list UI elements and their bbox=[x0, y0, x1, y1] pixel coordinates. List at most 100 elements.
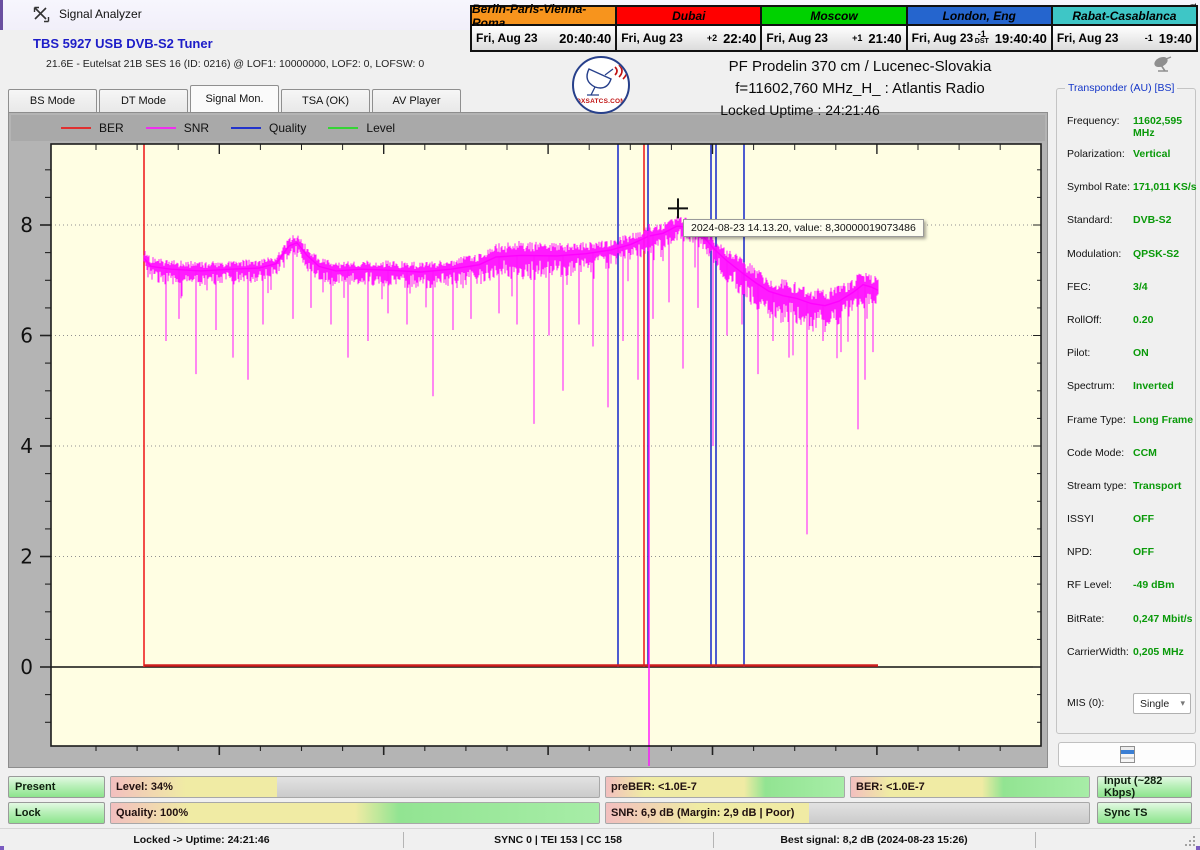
tp-value: Transport bbox=[1133, 480, 1181, 492]
clock-time: 19:40:40 bbox=[995, 31, 1047, 46]
clock-rabat: Rabat-Casablanca Fri, Aug 23 -1 19:40 bbox=[1053, 7, 1196, 50]
tp-label: CarrierWidth: bbox=[1067, 646, 1129, 658]
clock-city: Moscow bbox=[762, 7, 905, 26]
tp-label: Pilot: bbox=[1067, 347, 1090, 359]
clock-time: 19:40 bbox=[1159, 31, 1192, 46]
tp-label: Code Mode: bbox=[1067, 447, 1124, 459]
transponder-panel: Transponder (AU) [BS] Frequency:11602,59… bbox=[1056, 88, 1196, 734]
station-header: PF Prodelin 370 cm / Lucenec-Slovakia f=… bbox=[620, 58, 1100, 118]
clock-time: 21:40 bbox=[868, 31, 901, 46]
tp-label: NPD: bbox=[1067, 546, 1092, 558]
svg-text:4: 4 bbox=[20, 434, 33, 458]
tp-label: Frame Type: bbox=[1067, 414, 1126, 426]
tab-bs-mode[interactable]: BS Mode bbox=[8, 89, 97, 112]
tp-label: Stream type: bbox=[1067, 480, 1127, 492]
tuner-details: 21.6E - Eutelsat 21B SES 16 (ID: 0216) @… bbox=[46, 58, 424, 70]
svg-text:2: 2 bbox=[20, 545, 33, 569]
tp-value: DVB-S2 bbox=[1133, 214, 1172, 226]
window-corner bbox=[1196, 846, 1200, 850]
mis-label: MIS (0): bbox=[1067, 697, 1104, 709]
clock-london: London, Eng Fri, Aug 23 -1DST 19:40:40 bbox=[908, 7, 1053, 50]
tp-value: CCM bbox=[1133, 447, 1157, 459]
clock-date: Fri, Aug 23 bbox=[1057, 31, 1145, 45]
tp-value: Inverted bbox=[1133, 380, 1174, 392]
tp-label: Modulation: bbox=[1067, 248, 1121, 260]
clock-utc-offset: +2 bbox=[707, 34, 717, 42]
signal-chart-panel[interactable]: BER SNR Quality Level 02468 2024-08-23 1… bbox=[8, 112, 1048, 768]
mis-dropdown[interactable]: Single ▾ bbox=[1133, 693, 1191, 714]
tp-value: 3/4 bbox=[1133, 281, 1148, 293]
clock-city: London, Eng bbox=[908, 7, 1051, 26]
tuner-name: TBS 5927 USB DVB-S2 Tuner bbox=[33, 36, 213, 51]
clock-utc-offset: -1 bbox=[1145, 34, 1153, 42]
svg-text:0: 0 bbox=[20, 655, 33, 679]
clock-berlin: Berlin-Paris-Vienna-Roma Fri, Aug 23 20:… bbox=[472, 7, 617, 50]
tab-tsa[interactable]: TSA (OK) bbox=[281, 89, 370, 112]
sync-ts-badge: Sync TS bbox=[1097, 802, 1192, 824]
tp-value: ON bbox=[1133, 347, 1149, 359]
status-best-signal: Best signal: 8,2 dB (2024-08-23 15:26) bbox=[713, 829, 1035, 850]
tp-value: Vertical bbox=[1133, 148, 1170, 160]
satellite-app-icon bbox=[33, 6, 50, 23]
clock-moscow: Moscow Fri, Aug 23 +1 21:40 bbox=[762, 7, 907, 50]
window-corner bbox=[0, 846, 4, 850]
status-bar: Locked -> Uptime: 24:21:46 SYNC 0 | TEI … bbox=[0, 828, 1200, 850]
status-sync-counters: SYNC 0 | TEI 153 | CC 158 bbox=[403, 829, 713, 850]
preber-meter: preBER: <1.0E-7 bbox=[605, 776, 845, 798]
tp-label: Spectrum: bbox=[1067, 380, 1115, 392]
tp-value: 171,011 KS/s bbox=[1133, 181, 1197, 193]
snr-meter: SNR: 6,9 dB (Margin: 2,9 dB | Poor) bbox=[605, 802, 1090, 824]
clock-city: Rabat-Casablanca bbox=[1053, 7, 1196, 26]
dxsatcs-logo: DXSATCS.COM bbox=[572, 56, 630, 114]
svg-text:8: 8 bbox=[20, 213, 33, 237]
frequency-station: f=11602,760 MHz_H_ : Atlantis Radio bbox=[620, 80, 1100, 97]
tp-label: ISSYI bbox=[1067, 513, 1094, 525]
level-meter: Level: 34% bbox=[110, 776, 600, 798]
locked-uptime: Locked Uptime : 24:21:46 bbox=[560, 102, 1040, 118]
tp-label: BitRate: bbox=[1067, 613, 1104, 625]
clock-utc-offset: +1 bbox=[852, 34, 862, 42]
tp-value: Long Frame bbox=[1133, 414, 1193, 426]
chevron-down-icon: ▾ bbox=[1180, 698, 1185, 709]
tp-value: 0,205 MHz bbox=[1133, 646, 1184, 658]
input-badge: Input (~282 Kbps) bbox=[1097, 776, 1192, 798]
lock-badge: Lock bbox=[8, 802, 105, 824]
mode-tabs: BS Mode DT Mode Signal Mon. TSA (OK) AV … bbox=[8, 85, 463, 112]
clock-date: Fri, Aug 23 bbox=[766, 31, 852, 45]
tp-label: Standard: bbox=[1067, 214, 1113, 226]
satellite-dish-icon bbox=[1152, 56, 1174, 72]
chart-tooltip: 2024-08-23 14.13.20, value: 8,3000001907… bbox=[683, 219, 924, 237]
clock-time: 22:40 bbox=[723, 31, 756, 46]
export-button[interactable] bbox=[1058, 742, 1196, 767]
clock-city: Dubai bbox=[617, 7, 760, 26]
snr-chart: 0 2 4 6 8 bbox=[9, 113, 1049, 769]
clock-date: Fri, Aug 23 bbox=[912, 31, 975, 45]
resize-grip[interactable] bbox=[1184, 835, 1196, 847]
tp-value: -49 dBm bbox=[1133, 579, 1174, 591]
world-clocks: Berlin-Paris-Vienna-Roma Fri, Aug 23 20:… bbox=[470, 5, 1198, 52]
tab-signal-mon[interactable]: Signal Mon. bbox=[190, 85, 279, 112]
tp-value: 11602,595 MHz bbox=[1133, 115, 1197, 139]
list-export-icon bbox=[1120, 746, 1135, 763]
clock-date: Fri, Aug 23 bbox=[621, 31, 707, 45]
quality-meter: Quality: 100% bbox=[110, 802, 600, 824]
clock-time: 20:40:40 bbox=[559, 31, 611, 46]
status-divider bbox=[1035, 832, 1036, 848]
svg-text:6: 6 bbox=[20, 324, 33, 348]
tab-av-player[interactable]: AV Player bbox=[372, 89, 461, 112]
present-badge: Present bbox=[8, 776, 105, 798]
tp-label: Polarization: bbox=[1067, 148, 1125, 160]
tp-value: OFF bbox=[1133, 546, 1154, 558]
logo-text: DXSATCS.COM bbox=[574, 98, 628, 105]
tp-value: OFF bbox=[1133, 513, 1154, 525]
clock-dubai: Dubai Fri, Aug 23 +2 22:40 bbox=[617, 7, 762, 50]
antenna-location: PF Prodelin 370 cm / Lucenec-Slovakia bbox=[620, 58, 1100, 75]
tp-value: 0,247 Mbit/s bbox=[1133, 613, 1193, 625]
tp-label: FEC: bbox=[1067, 281, 1091, 293]
tp-label: Symbol Rate: bbox=[1067, 181, 1130, 193]
status-uptime: Locked -> Uptime: 24:21:46 bbox=[0, 829, 403, 850]
tp-label: RollOff: bbox=[1067, 314, 1102, 326]
clock-utc-offset: -1DST bbox=[975, 30, 989, 46]
tab-dt-mode[interactable]: DT Mode bbox=[99, 89, 188, 112]
clock-date: Fri, Aug 23 bbox=[476, 31, 559, 45]
